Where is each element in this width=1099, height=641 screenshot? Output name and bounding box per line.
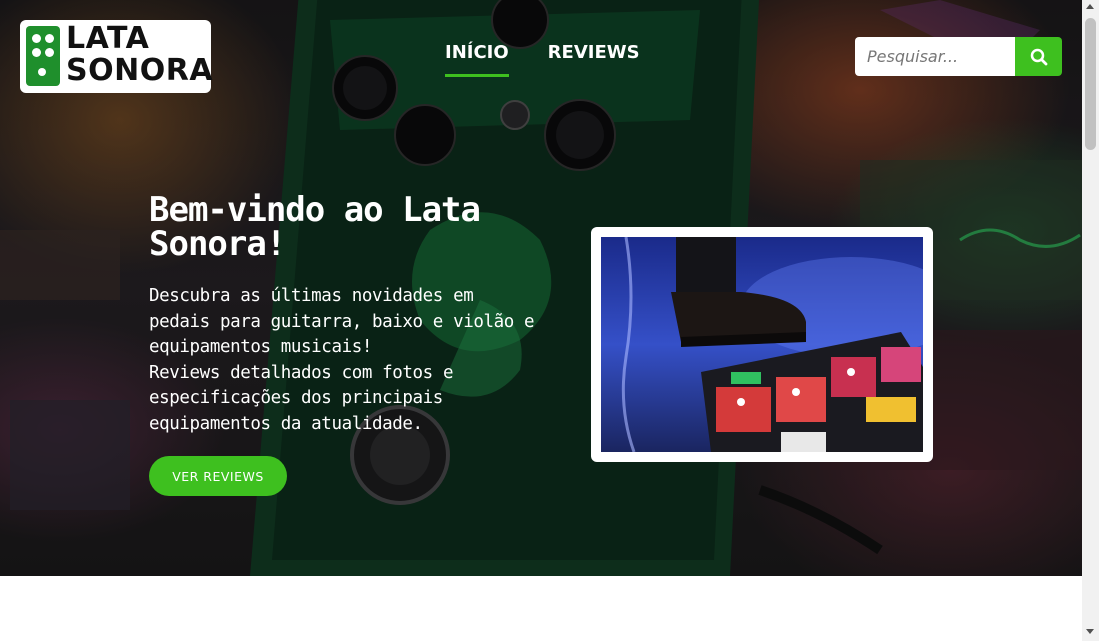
scroll-down-arrow-icon[interactable] bbox=[1086, 629, 1094, 634]
nav-item-inicio[interactable]: INÍCIO bbox=[445, 42, 509, 77]
search-button[interactable] bbox=[1015, 37, 1062, 76]
hero-description-line-1: Descubra as últimas novidades em pedais … bbox=[149, 286, 535, 357]
hero-title: Bem-vindo ao Lata Sonora! bbox=[149, 190, 481, 264]
site-logo[interactable]: LATA SONORA bbox=[20, 20, 213, 93]
search-form bbox=[855, 37, 1062, 76]
scroll-thumb[interactable] bbox=[1085, 18, 1096, 150]
logo-text-line2: SONORA bbox=[66, 53, 214, 88]
search-input[interactable] bbox=[855, 37, 1015, 76]
scroll-up-arrow-icon[interactable] bbox=[1086, 4, 1094, 9]
vertical-scrollbar[interactable] bbox=[1082, 0, 1099, 641]
view-reviews-button[interactable]: VER REVIEWS bbox=[149, 456, 287, 496]
pedalboard-photo bbox=[601, 237, 923, 452]
main-nav: INÍCIO REVIEWS bbox=[445, 42, 640, 77]
hero-photo-frame bbox=[591, 227, 933, 462]
hero-description: Descubra as últimas novidades em pedais … bbox=[149, 284, 539, 437]
logo-text-line1: LATA bbox=[66, 21, 150, 56]
logo-text: LATA SONORA bbox=[66, 23, 213, 87]
hero-description-line-2: Reviews detalhados com fotos e especific… bbox=[149, 362, 454, 434]
pedal-logo-icon bbox=[26, 26, 60, 86]
nav-item-reviews[interactable]: REVIEWS bbox=[548, 42, 640, 77]
search-icon bbox=[1030, 48, 1047, 65]
